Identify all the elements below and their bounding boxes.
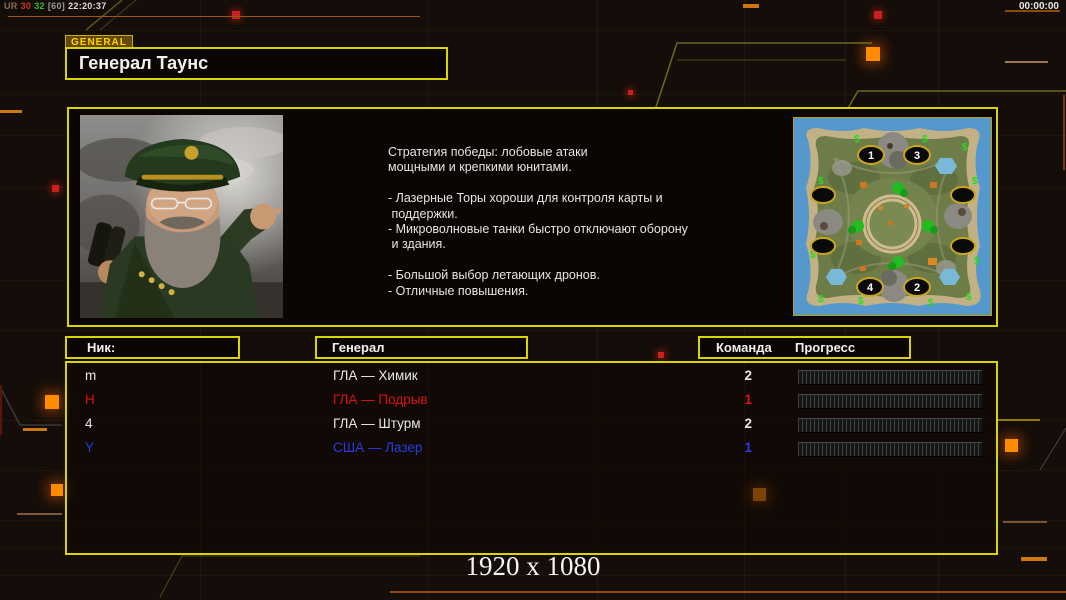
player-nick: 4 [85,416,93,431]
general-portrait [80,115,283,318]
map-preview: $$$ $$$ $$$ $$ 1 3 4 2 [793,117,992,316]
players-table: m ГЛА — Химик 2 H ГЛА — Подрыв 1 4 ГЛА —… [65,361,998,555]
debug-fps: 30 [21,1,32,11]
player-team: 2 [692,416,752,431]
general-name-title: Генерал Таунс [65,47,448,80]
svg-text:$: $ [858,296,864,307]
player-team: 1 [692,392,752,407]
player-row: Y США — Лазер 1 [67,437,996,461]
player-row: H ГЛА — Подрыв 1 [67,389,996,413]
player-general: США — Лазер [333,440,422,455]
resolution-label: 1920 x 1080 [0,551,1066,582]
header-progress-label: Прогресс [795,338,855,357]
player-general: ГЛА — Химик [333,368,418,383]
strategy-description: Стратегия победы: лобовые атаки мощными … [388,145,718,299]
player-team: 1 [692,440,752,455]
player-general: ГЛА — Подрыв [333,392,428,407]
debug-value: 32 [34,1,45,11]
svg-text:$: $ [922,134,928,145]
debug-prefix: UR [4,1,18,11]
map-start-marker: 2 [914,282,920,294]
debug-fps-readout: UR3032[60]22:20:37 [4,1,110,11]
header-team-progress: Команда Прогресс [698,336,911,359]
player-nick: Y [85,440,94,455]
player-progress-bar [798,442,982,457]
player-nick: m [85,368,96,383]
svg-text:$: $ [966,292,972,303]
player-team: 2 [692,368,752,383]
svg-text:$: $ [962,142,968,153]
debug-clock: 22:20:37 [68,1,106,11]
svg-text:$: $ [928,298,934,309]
debug-cap: [60] [48,1,65,11]
header-team-label: Команда [716,338,772,357]
svg-text:$: $ [972,176,978,187]
player-general: ГЛА — Штурм [333,416,421,431]
player-progress-bar [798,394,982,409]
map-start-marker: 4 [867,282,874,294]
player-progress-bar [798,370,982,385]
match-timer: 00:00:00 [1019,1,1059,12]
header-nick: Ник: [65,336,240,359]
svg-text:$: $ [818,294,824,305]
map-start-marker: 3 [914,150,920,162]
svg-text:$: $ [854,134,860,145]
svg-text:$: $ [974,256,980,267]
player-nick: H [85,392,95,407]
player-progress-bar [798,418,982,433]
player-row: 4 ГЛА — Штурм 2 [67,413,996,437]
map-start-marker: 1 [868,150,874,162]
header-general: Генерал [315,336,528,359]
svg-text:$: $ [818,176,824,187]
player-row: m ГЛА — Химик 2 [67,365,996,389]
